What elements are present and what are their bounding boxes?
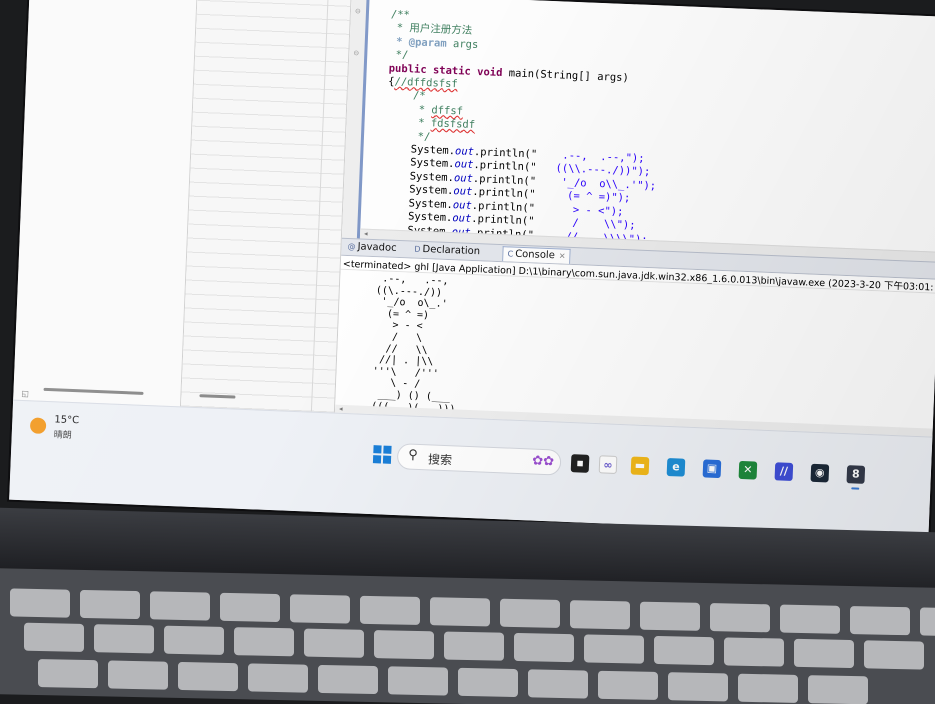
console-text: .--, .--, ((\.---./)) '_/o o\_.' (= ^ =)… [371,273,456,415]
keyboard-key [150,591,210,621]
keyboard-key [528,669,588,699]
tab-label: Declaration [422,243,481,258]
laptop-keyboard [0,568,935,704]
sun-icon [29,417,47,434]
steam-icon[interactable]: ◉ [810,463,830,483]
keyboard-key [24,622,84,652]
search-placeholder: 搜索 [427,452,453,468]
code-editor[interactable]: ⊖ ⊖ /** * 用户注册方法 * @param args */public … [341,0,935,262]
keyboard-key [514,632,574,663]
keyboard-key [850,606,910,636]
tab-console[interactable]: C Console ✕ [502,246,571,264]
keyboard-key [164,625,224,655]
tab-label: Javadoc [357,241,397,254]
keyboard-key [794,638,854,669]
edge-icon[interactable]: e [666,457,686,477]
keyboard-key [304,628,364,658]
keyboard-key [570,600,630,630]
keyboard-key [318,664,378,695]
keyboard-key [374,630,434,660]
close-icon: ✕ [558,251,566,261]
keyboard-key [920,607,935,637]
file-explorer-icon[interactable]: ▬ [630,456,650,476]
tab-label: Console [514,248,556,262]
column-divider [310,0,329,412]
tab-declaration[interactable]: D Declaration [410,242,484,260]
console-output[interactable]: .--, .--, ((\.---./)) '_/o o\_.' (= ^ =)… [334,269,935,437]
laptop-screen: ◱ ⊖ ⊖ /** * 用户注册方法 * @param args */publi… [9,0,935,537]
code-text[interactable]: /** * 用户注册方法 * @param args */public stat… [382,9,663,248]
tab-javadoc[interactable]: @ Javadoc [343,240,401,257]
keyboard-key [38,659,98,689]
keyboard-key [94,624,154,654]
search-icon: ⚲ [407,447,419,463]
store-icon[interactable]: ▣ [702,459,722,479]
keyboard-key [248,663,308,693]
keyboard-key [780,604,840,634]
keyboard-key [234,627,294,657]
keyboard-key [668,672,728,702]
copilot-icon[interactable]: ∞ [598,455,618,474]
keyboard-key [108,660,168,690]
keyboard-key [584,634,644,664]
minimize-icon[interactable]: ◱ [21,389,29,398]
task-view-icon[interactable]: ▪ [570,454,590,473]
fold-icon[interactable]: ⊖ [353,49,359,57]
keyboard-key [738,673,798,703]
horizontal-scrollbar[interactable] [199,394,236,399]
keyboard-key [360,595,420,626]
keyboard-key [220,592,280,623]
keyboard-key [444,631,504,661]
taskbar-search-box[interactable]: ⚲ 搜索 ✿✿ [396,443,562,476]
weather-condition: 晴朗 [53,430,72,442]
keyboard-key [388,666,448,696]
keyboard-key [864,640,924,670]
keyboard-key [80,589,140,620]
keyboard-key [724,637,784,667]
declaration-icon: D [414,244,421,254]
windows-start-icon[interactable] [372,445,392,464]
horizontal-scrollbar[interactable] [43,387,144,395]
keyboard-key [710,603,770,633]
keyboard-key [178,661,238,692]
keyboard-key [640,601,700,631]
keyboard-key [430,597,490,627]
xbox-icon[interactable]: ✕ [738,460,758,480]
keyboard-key [458,667,518,698]
keyboard-key [10,588,70,618]
keyboard-key [654,635,714,666]
weather-temperature: 15°C [54,414,80,427]
javadoc-icon: @ [347,241,356,252]
keyboard-key [598,670,658,700]
keyboard-key [290,594,350,624]
console-icon: C [507,249,514,259]
java-ide-icon[interactable]: 8 [846,465,866,484]
flower-icon: ✿✿ [532,453,555,470]
fold-icon[interactable]: ⊖ [355,7,361,15]
package-explorer-pane[interactable]: ◱ [13,0,198,407]
outline-pane[interactable] [181,0,352,413]
vscode-icon[interactable]: // [774,462,794,482]
keyboard-key [808,675,868,704]
keyboard-key [500,598,560,628]
